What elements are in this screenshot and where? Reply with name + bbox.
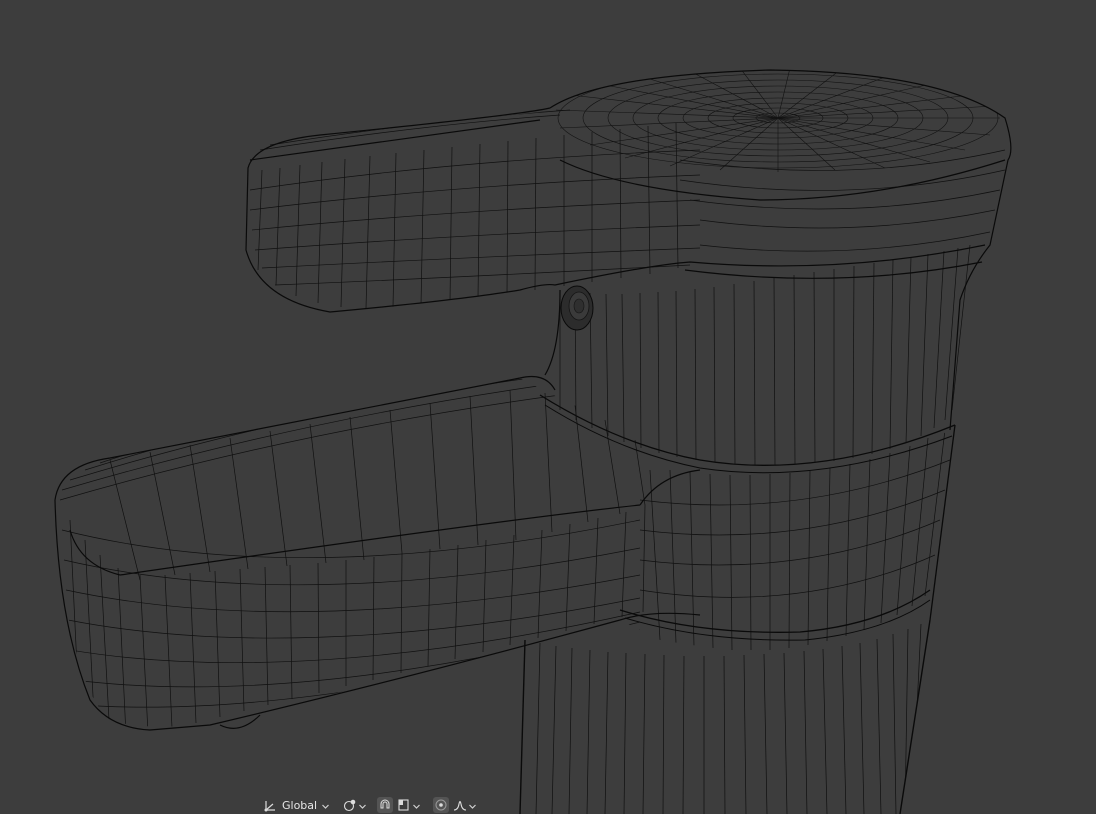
- pivot-icon: [342, 797, 358, 813]
- chevron-down-icon: [321, 801, 330, 810]
- chevron-down-icon[interactable]: [468, 801, 477, 810]
- viewport-header-tools: Global: [262, 796, 477, 814]
- snap-group: [377, 796, 421, 814]
- proportional-edit-group: [433, 796, 477, 814]
- falloff-curve-icon[interactable]: [452, 797, 468, 813]
- transform-orientation-dropdown[interactable]: Global: [262, 796, 330, 814]
- proportional-edit-icon[interactable]: [433, 797, 450, 813]
- 3d-viewport[interactable]: [0, 0, 1096, 814]
- chevron-down-icon[interactable]: [412, 801, 421, 810]
- snap-magnet-icon[interactable]: [377, 797, 394, 813]
- snap-target-icon[interactable]: [396, 797, 412, 813]
- faucet-wireframe: [54, 69, 1012, 814]
- transform-orientation-value: Global: [282, 798, 318, 812]
- upper-body: [249, 109, 1006, 466]
- chevron-down-icon: [358, 801, 367, 810]
- lower-spout: [59, 378, 951, 727]
- set-screw: [560, 285, 594, 331]
- stem-body: [520, 623, 922, 814]
- orientation-axes-icon: [262, 797, 278, 813]
- upper-outline: [245, 69, 1012, 431]
- pivot-point-dropdown[interactable]: [342, 796, 367, 814]
